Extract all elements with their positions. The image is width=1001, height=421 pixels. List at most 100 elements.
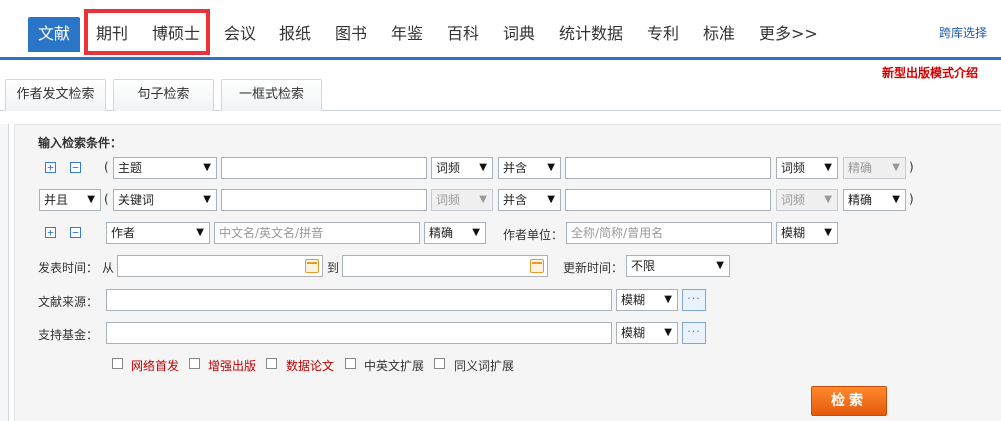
- online-first-label: 网络首发: [131, 359, 180, 373]
- source-label: 文献来源：: [38, 295, 99, 309]
- add-author-icon[interactable]: +: [45, 227, 56, 238]
- frequency-select-2a-value: 词频: [436, 193, 461, 207]
- add-row-icon[interactable]: +: [45, 162, 56, 173]
- publish-time-label: 发表时间：: [38, 261, 99, 275]
- match-select-2[interactable]: 精确 ▼: [843, 189, 906, 211]
- time-from-label: 从: [102, 261, 115, 275]
- nav-item-books[interactable]: 图书: [335, 19, 367, 49]
- chevron-down-icon: ▼: [716, 260, 724, 271]
- author-field-select[interactable]: 作者 ▼: [106, 222, 210, 244]
- search-tabs: 作者发文检索 句子检索 一框式检索: [0, 78, 1001, 111]
- update-time-select-value: 不限: [631, 259, 656, 273]
- keyword-input-2a[interactable]: [221, 189, 427, 211]
- nav-item-patent[interactable]: 专利: [647, 19, 679, 49]
- tab-author-search[interactable]: 作者发文检索: [5, 79, 106, 111]
- author-match-select-value: 精确: [429, 226, 454, 240]
- left-sidebar-edge: [0, 124, 9, 421]
- nav-item-encyclopedia[interactable]: 百科: [447, 19, 479, 49]
- search-button[interactable]: 检索: [811, 386, 887, 416]
- calendar-icon[interactable]: [530, 259, 544, 273]
- data-paper-label: 数据论文: [286, 359, 335, 373]
- cross-library-select-link[interactable]: 跨库选择: [939, 24, 987, 41]
- cn-en-expand-checkbox[interactable]: [345, 358, 356, 369]
- date-from-input[interactable]: [117, 255, 323, 277]
- chevron-down-icon: ▼: [479, 194, 487, 205]
- chevron-down-icon: ▼: [547, 194, 555, 205]
- chevron-down-icon: ▼: [87, 194, 95, 205]
- source-match-select-value: 模糊: [621, 293, 646, 307]
- data-paper-checkbox[interactable]: [266, 358, 277, 369]
- enhanced-publish-checkbox[interactable]: [189, 358, 200, 369]
- synonym-expand-checkbox[interactable]: [434, 358, 445, 369]
- author-unit-input[interactable]: [566, 222, 772, 244]
- update-time-select[interactable]: 不限 ▼: [626, 255, 730, 277]
- match-select-1-value: 精确: [848, 161, 873, 175]
- chevron-down-icon: ▼: [203, 194, 211, 205]
- author-unit-label: 作者单位：: [503, 228, 564, 242]
- match-select-2-value: 精确: [848, 193, 873, 207]
- unit-match-select-value: 模糊: [781, 226, 806, 240]
- nav-item-standard[interactable]: 标准: [703, 19, 735, 49]
- frequency-select-1a-value: 词频: [436, 161, 461, 175]
- combine-select-1[interactable]: 并含 ▼: [498, 157, 561, 179]
- keyword-input-1b[interactable]: [565, 157, 771, 179]
- chevron-down-icon: ▼: [824, 194, 832, 205]
- combine-select-1-value: 并含: [503, 161, 528, 175]
- fund-picker-button[interactable]: ···: [682, 322, 706, 344]
- source-input[interactable]: [106, 289, 612, 311]
- chevron-down-icon: ▼: [664, 327, 672, 338]
- chevron-down-icon: ▼: [203, 162, 211, 173]
- nav-item-conference[interactable]: 会议: [224, 19, 256, 49]
- chevron-down-icon: ▼: [479, 162, 487, 173]
- highlight-box: [84, 9, 210, 55]
- chevron-down-icon: ▼: [892, 194, 900, 205]
- calendar-icon[interactable]: [305, 259, 319, 273]
- tab-single-box-search[interactable]: 一框式检索: [221, 79, 322, 111]
- chevron-down-icon: ▼: [824, 162, 832, 173]
- paren-close: ): [909, 192, 914, 206]
- nav-item-yearbook[interactable]: 年鉴: [391, 19, 423, 49]
- time-to-label: 到: [327, 261, 340, 275]
- frequency-select-2a[interactable]: 词频 ▼: [431, 189, 493, 211]
- top-nav: 文献 期刊 博硕士 会议 报纸 图书 年鉴 百科 词典 统计数据 专利 标准 更…: [0, 0, 1001, 60]
- chevron-down-icon: ▼: [196, 227, 204, 238]
- source-picker-button[interactable]: ···: [682, 289, 706, 311]
- tab-sentence-search[interactable]: 句子检索: [113, 79, 214, 111]
- frequency-select-2b[interactable]: 词频 ▼: [776, 189, 838, 211]
- enhanced-publish-label: 增强出版: [208, 359, 257, 373]
- frequency-select-1b[interactable]: 词频 ▼: [776, 157, 838, 179]
- nav-item-newspaper[interactable]: 报纸: [279, 19, 311, 49]
- source-match-select[interactable]: 模糊 ▼: [616, 289, 678, 311]
- field-select-1[interactable]: 主题 ▼: [113, 157, 217, 179]
- match-select-1[interactable]: 精确 ▼: [843, 157, 906, 179]
- combine-select-2[interactable]: 并含 ▼: [498, 189, 561, 211]
- keyword-input-1a[interactable]: [221, 157, 427, 179]
- field-select-2-value: 关键词: [118, 193, 155, 207]
- update-time-label: 更新时间：: [563, 261, 624, 275]
- keyword-input-2b[interactable]: [565, 189, 771, 211]
- author-name-input[interactable]: [214, 222, 420, 244]
- author-match-select[interactable]: 精确 ▼: [424, 222, 486, 244]
- remove-row-icon[interactable]: −: [70, 162, 81, 173]
- fund-match-select[interactable]: 模糊 ▼: [616, 322, 678, 344]
- remove-author-icon[interactable]: −: [70, 227, 81, 238]
- logic-select-2[interactable]: 并且 ▼: [39, 189, 101, 211]
- fund-match-select-value: 模糊: [621, 326, 646, 340]
- chevron-down-icon: ▼: [664, 294, 672, 305]
- frequency-select-1a[interactable]: 词频 ▼: [431, 157, 493, 179]
- nav-item-dictionary[interactable]: 词典: [503, 19, 535, 49]
- date-to-input[interactable]: [342, 255, 548, 277]
- chevron-down-icon: ▼: [892, 162, 900, 173]
- nav-item-more[interactable]: 更多>>: [759, 19, 818, 49]
- paren-open: (: [104, 192, 109, 206]
- fund-input[interactable]: [106, 322, 612, 344]
- author-field-select-value: 作者: [111, 226, 136, 240]
- field-select-2[interactable]: 关键词 ▼: [113, 189, 217, 211]
- unit-match-select[interactable]: 模糊 ▼: [776, 222, 838, 244]
- nav-item-literature[interactable]: 文献: [28, 17, 81, 52]
- chevron-down-icon: ▼: [547, 162, 555, 173]
- chevron-down-icon: ▼: [472, 227, 480, 238]
- fund-label: 支持基金：: [38, 328, 99, 342]
- online-first-checkbox[interactable]: [112, 358, 123, 369]
- nav-item-statistics[interactable]: 统计数据: [559, 19, 623, 49]
